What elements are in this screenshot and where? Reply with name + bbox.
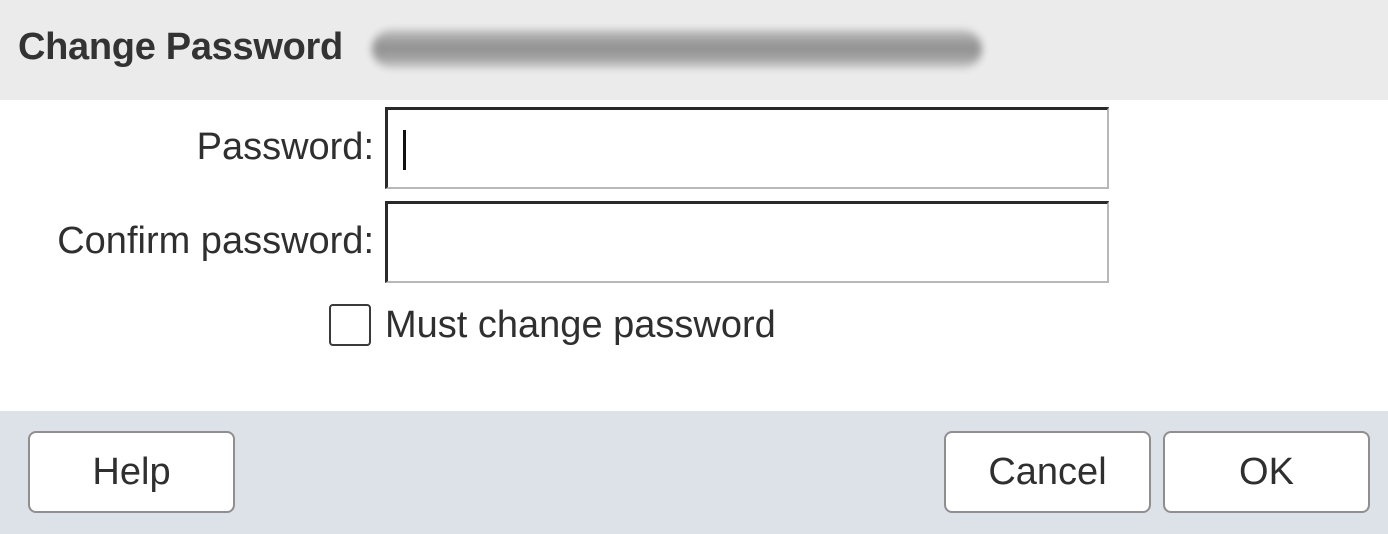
dialog-title-bar[interactable]: Change Password [0,0,1388,100]
password-input[interactable] [385,107,1109,189]
cancel-button[interactable]: Cancel [944,431,1151,513]
confirm-password-label: Confirm password: [57,220,374,262]
help-button[interactable]: Help [28,431,235,513]
password-label: Password: [196,126,374,168]
redacted-username-blur [372,30,982,68]
change-password-dialog: Change Password Password: Confirm passwo… [0,0,1388,534]
must-change-password-checkbox[interactable] [329,304,371,346]
must-change-password-label[interactable]: Must change password [385,304,776,347]
dialog-title: Change Password [18,26,343,68]
ok-button[interactable]: OK [1163,431,1370,513]
text-caret [403,130,406,170]
must-change-password-row[interactable]: Must change password [329,301,776,349]
confirm-password-input[interactable] [385,201,1109,283]
